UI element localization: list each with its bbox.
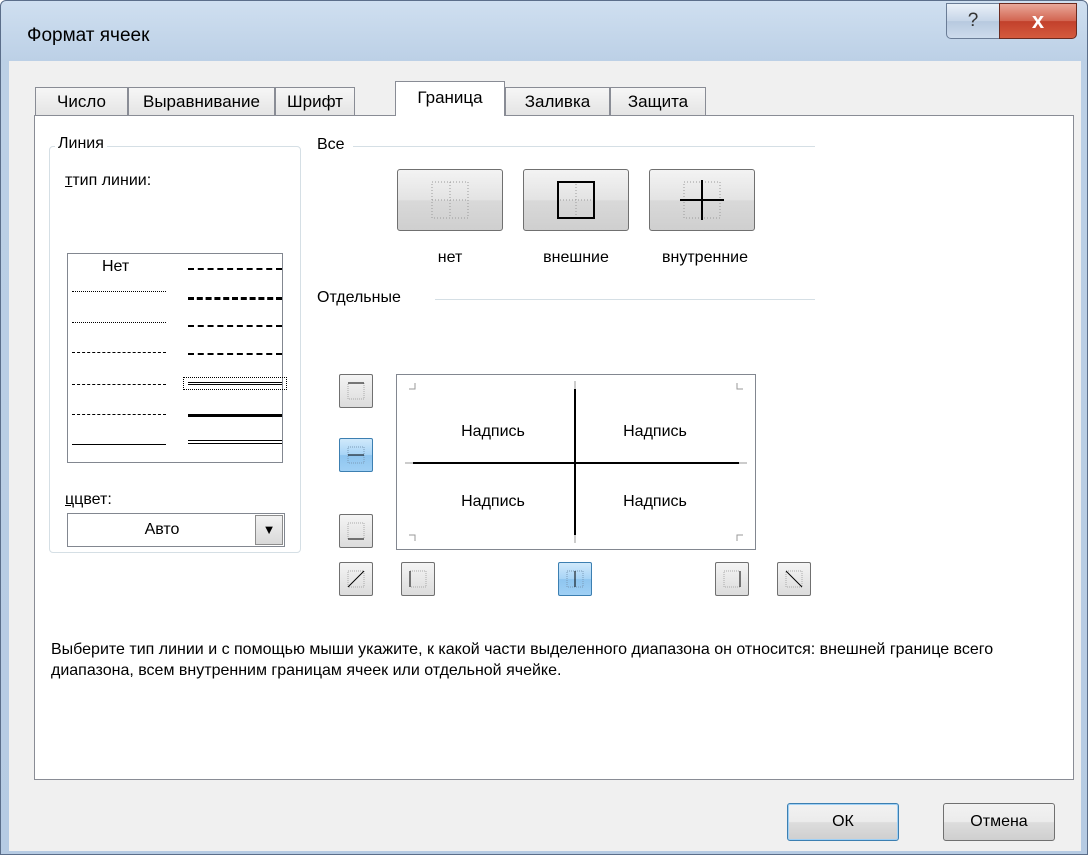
dialog-body: Число Выравнивание Шрифт Граница Заливка… <box>9 61 1081 851</box>
border-top-icon <box>347 382 365 400</box>
tab-alignment[interactable]: Выравнивание <box>128 87 275 115</box>
preset-none-button[interactable] <box>397 169 503 231</box>
presets-title: Все <box>317 136 345 153</box>
border-horizontal-inside-button[interactable] <box>339 438 373 472</box>
tab-protection[interactable]: Защита <box>610 87 706 115</box>
border-right-button[interactable] <box>715 562 749 596</box>
line-color-select[interactable]: Авто ▼ <box>67 513 285 547</box>
diagonal-down-icon <box>785 570 803 588</box>
border-preview-lines <box>405 381 747 543</box>
tab-font[interactable]: Шрифт <box>275 87 355 115</box>
line-style-label: ттип линии: <box>65 172 152 189</box>
line-style-dash-dot-thin[interactable] <box>72 384 166 385</box>
preset-inside-button[interactable] <box>649 169 755 231</box>
border-bottom-button[interactable] <box>339 514 373 548</box>
line-style-slanted-dash-dot[interactable] <box>188 297 282 300</box>
line-style-dash-dot-dot-thin[interactable] <box>72 352 166 353</box>
line-style-hair[interactable] <box>72 291 166 292</box>
title-bar[interactable]: Формат ячеек ? x <box>1 1 1087 61</box>
preset-outline-label: внешние <box>543 249 609 266</box>
chevron-down-icon[interactable]: ▼ <box>255 515 283 545</box>
line-style-dotted[interactable] <box>72 322 166 323</box>
tab-fill[interactable]: Заливка <box>505 87 610 115</box>
line-style-dashed-thin[interactable] <box>72 414 166 415</box>
border-left-icon <box>409 570 427 588</box>
line-style-list[interactable]: Нет <box>67 253 287 463</box>
line-style-thick[interactable] <box>188 414 282 417</box>
border-divider <box>435 299 815 300</box>
cancel-button[interactable]: Отмена <box>943 803 1055 841</box>
presets-divider <box>353 146 815 147</box>
preview-text-bottom-left: Надпись <box>461 493 525 510</box>
border-horizontal-inside-icon <box>347 446 365 464</box>
border-left-button[interactable] <box>401 562 435 596</box>
line-style-medium[interactable] <box>183 377 287 390</box>
dialog-title: Формат ячеек <box>27 25 150 46</box>
line-style-dashed-medium[interactable] <box>188 353 282 355</box>
preset-none-label: нет <box>437 249 463 266</box>
tab-number[interactable]: Число <box>35 87 128 115</box>
line-style-none[interactable]: Нет <box>102 258 129 276</box>
border-vertical-inside-button[interactable] <box>558 562 592 596</box>
border-diagonal-up-button[interactable] <box>339 562 373 596</box>
border-tab-panel: Линия ттип линии: Нет ццвет: Авто ▼ Все … <box>34 115 1074 780</box>
border-vertical-inside-icon <box>566 570 584 588</box>
border-top-button[interactable] <box>339 374 373 408</box>
close-button[interactable]: x <box>999 3 1077 39</box>
instructions-text: Выберите тип линии и с помощью мыши укаж… <box>51 641 994 679</box>
line-style-dash-dot-dot-medium[interactable] <box>188 268 282 270</box>
preview-text-bottom-right: Надпись <box>623 493 687 510</box>
line-style-thin[interactable] <box>72 444 166 445</box>
preset-inside-label: внутренние <box>662 249 748 266</box>
line-style-dash-dot-medium[interactable] <box>188 325 282 327</box>
line-group-title: Линия <box>55 135 107 153</box>
border-title: Отдельные <box>317 289 401 306</box>
line-color-label: ццвет: <box>65 491 112 508</box>
format-cells-dialog: Формат ячеек ? x Число Выравнивание Шриф… <box>0 0 1088 855</box>
line-color-value: Авто <box>144 521 180 538</box>
preset-outline-button[interactable] <box>523 169 629 231</box>
preset-outline-icon <box>557 181 595 219</box>
preset-none-icon <box>431 181 469 219</box>
border-bottom-icon <box>347 522 365 540</box>
ok-button[interactable]: ОК <box>787 803 899 841</box>
preview-text-top-right: Надпись <box>623 423 687 440</box>
tab-border[interactable]: Граница <box>395 81 505 116</box>
preset-inside-icon <box>680 180 724 220</box>
preview-text-top-left: Надпись <box>461 423 525 440</box>
border-right-icon <box>723 570 741 588</box>
border-preview[interactable]: Надпись Надпись Надпись Надпись <box>396 374 756 550</box>
line-style-double[interactable] <box>188 440 282 444</box>
diagonal-up-icon <box>347 570 365 588</box>
help-button[interactable]: ? <box>946 3 1000 39</box>
border-diagonal-down-button[interactable] <box>777 562 811 596</box>
